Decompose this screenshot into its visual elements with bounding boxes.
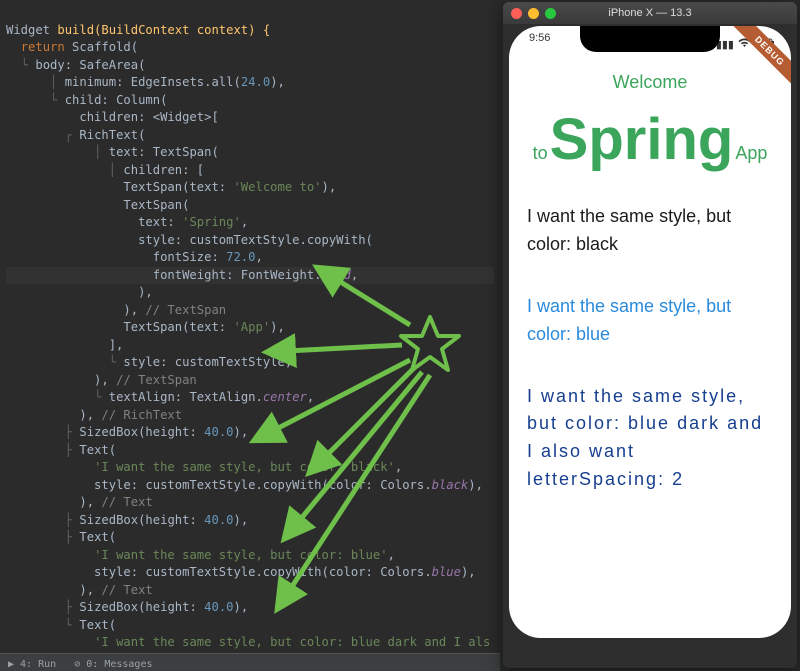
code-editor[interactable]: Widget build(BuildContext context) { ret… xyxy=(0,0,500,671)
hero-app: App xyxy=(735,143,767,164)
welcome-text: Welcome xyxy=(527,72,773,93)
ide-bottom-bar[interactable]: ▶ 4: Run ⊘ 0: Messages xyxy=(0,653,500,671)
hero-row: to Spring App xyxy=(527,111,773,169)
phone-notch xyxy=(580,26,720,52)
para-black: I want the same style, but color: black xyxy=(527,203,773,259)
simulator-window: iPhone X — 13.3 DEBUG 9:56 ▮▮▮ xyxy=(503,2,797,668)
para-bluedark: I want the same style, but color: blue d… xyxy=(527,383,773,495)
hero-to: to xyxy=(533,143,548,164)
simulator-titlebar[interactable]: iPhone X — 13.3 xyxy=(503,2,797,24)
zoom-icon[interactable] xyxy=(545,8,556,19)
close-icon[interactable] xyxy=(511,8,522,19)
simulator-body: DEBUG 9:56 ▮▮▮ Welcome xyxy=(503,24,797,668)
phone-screen[interactable]: DEBUG 9:56 ▮▮▮ Welcome xyxy=(509,26,791,638)
status-time: 9:56 xyxy=(529,32,550,56)
para-blue: I want the same style, but color: blue xyxy=(527,293,773,349)
minimize-icon[interactable] xyxy=(528,8,539,19)
hero-main: Spring xyxy=(550,111,734,169)
phone-frame: DEBUG 9:56 ▮▮▮ Welcome xyxy=(505,24,795,664)
app-content: Welcome to Spring App I want the same st… xyxy=(527,72,773,494)
